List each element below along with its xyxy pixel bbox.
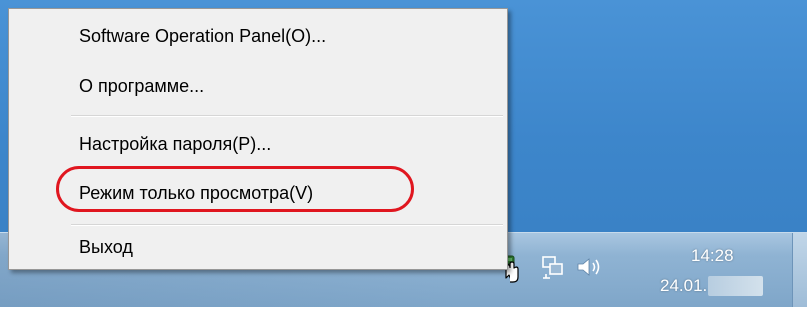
menu-item-label: О программе... (79, 76, 205, 96)
menu-item-about[interactable]: О программе... (12, 69, 504, 105)
redacted-date-year (708, 276, 763, 296)
menu-item-exit[interactable]: Выход (12, 230, 504, 266)
menu-separator (71, 115, 503, 117)
menu-separator (71, 224, 503, 226)
menu-item-password-settings[interactable]: Настройка пароля(P)... (12, 127, 504, 163)
network-icon[interactable] (540, 254, 566, 280)
menu-item-view-only-mode[interactable]: Режим только просмотра(V) (12, 176, 504, 212)
screen: 14:28 24.01. Software Operation Panel(O)… (0, 0, 807, 310)
menu-item-label: Режим только просмотра(V) (79, 183, 314, 203)
tray-context-menu: Software Operation Panel(O)... О програм… (8, 8, 508, 270)
clock-time: 14:28 (691, 246, 734, 265)
menu-item-software-operation-panel[interactable]: Software Operation Panel(O)... (12, 19, 504, 55)
clock-date: 24.01. (660, 276, 708, 295)
menu-item-label: Настройка пароля(P)... (79, 134, 272, 154)
menu-item-label: Software Operation Panel(O)... (79, 26, 327, 46)
taskbar-clock[interactable]: 14:28 24.01. (640, 243, 780, 303)
volume-icon[interactable] (575, 254, 607, 280)
menu-item-label: Выход (79, 237, 133, 257)
show-desktop-button[interactable] (792, 233, 807, 307)
